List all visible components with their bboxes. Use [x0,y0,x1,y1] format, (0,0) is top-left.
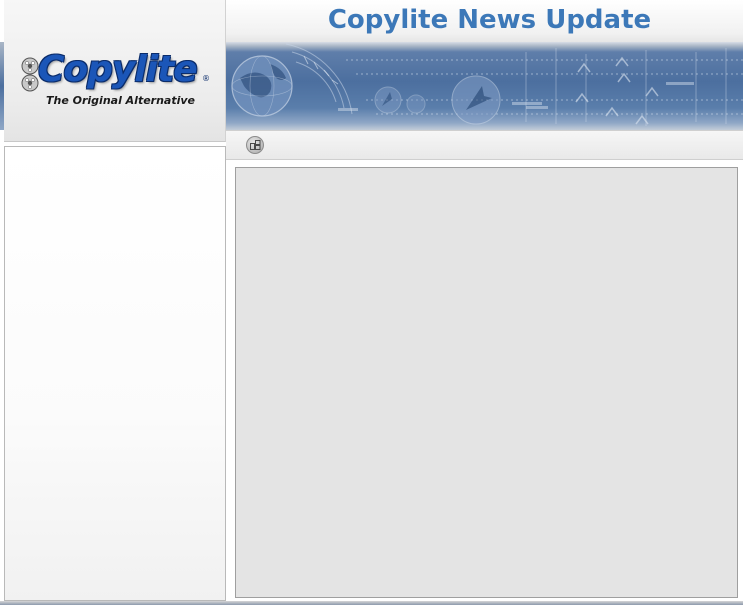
copylite-logo: Copylite ® The Original Alternative [16,48,216,114]
arrow-circle-graphic-large [451,75,501,125]
logo-tagline: The Original Alternative [46,94,196,107]
arrow-circle-graphic-mid [406,94,426,114]
banner-left-strip [0,42,4,130]
page-title: Copylite News Update [327,5,652,35]
title-bar: Copylite News Update [226,0,743,42]
layout-toggle-button[interactable] [246,136,264,154]
header-banner [226,42,743,130]
banner-artwork [231,43,743,126]
logo-panel: Copylite ® The Original Alternative [4,0,226,142]
arrow-circle-graphic-small [374,86,402,114]
registered-mark: ® [202,74,210,83]
logo-wordmark: Copylite [38,49,198,90]
globe-graphic [231,55,293,117]
toolbar [226,130,743,160]
sidebar-panel [4,146,226,601]
bottom-rule [0,601,743,605]
news-content-pane [235,167,738,598]
layout-icon [250,140,261,150]
